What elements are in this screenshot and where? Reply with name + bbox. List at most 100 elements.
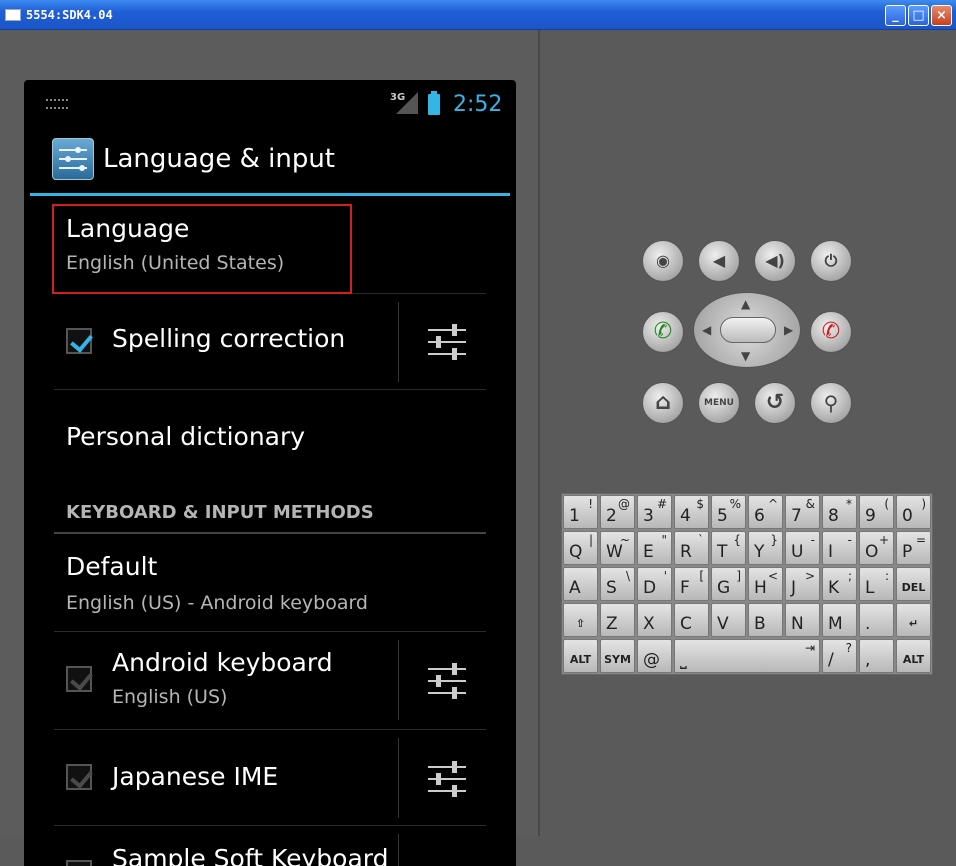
spelling-settings-icon[interactable] — [428, 323, 466, 361]
key-slash[interactable]: /? — [822, 639, 857, 673]
key-at[interactable]: @ — [637, 639, 672, 673]
dpad-down-icon[interactable]: ▼ — [741, 349, 750, 363]
dpad-left-icon[interactable]: ◀ — [702, 323, 711, 337]
key-5[interactable]: 5% — [711, 495, 746, 529]
key-enter[interactable]: ↵ — [896, 603, 931, 637]
key-J[interactable]: J > — [785, 567, 820, 601]
key-G[interactable]: G] — [711, 567, 746, 601]
key-O[interactable]: O + — [859, 531, 894, 565]
end-call-button[interactable]: ✆ — [810, 311, 852, 353]
android-keyboard-checkbox[interactable] — [66, 666, 92, 692]
setting-default-keyboard[interactable]: Default English (US) - Android keyboard — [54, 536, 486, 632]
key-U[interactable]: U- — [785, 531, 820, 565]
key-alt-label: ` — [698, 533, 704, 547]
dpad-up-icon[interactable]: ▲ — [741, 297, 750, 311]
minimize-button[interactable]: _ — [885, 5, 906, 26]
key-4[interactable]: 4 $ — [674, 495, 709, 529]
key-label: / — [828, 650, 834, 670]
japanese-ime-checkbox[interactable] — [66, 764, 92, 790]
key-label: @ — [643, 650, 660, 670]
setting-android-keyboard[interactable]: Android keyboard English (US) — [54, 632, 486, 730]
maximize-button[interactable]: □ — [908, 5, 929, 26]
key-alt-label: ) — [921, 497, 926, 511]
key-alt-label: > — [804, 569, 815, 583]
key-alt-label: + — [878, 533, 889, 547]
power-button[interactable]: ⏻ — [810, 240, 852, 282]
key-label: 7 — [791, 506, 802, 526]
key-label: J — [791, 578, 797, 598]
key-2[interactable]: 2 @ — [600, 495, 635, 529]
key-alt-right[interactable]: ALT — [896, 639, 931, 673]
window-title: 5554:SDK4.04 — [26, 8, 113, 22]
key-V[interactable]: V — [711, 603, 746, 637]
key-.[interactable]: . — [859, 603, 894, 637]
call-button[interactable]: ✆ — [642, 311, 684, 353]
setting-title: Default — [66, 552, 158, 581]
key-N[interactable]: N — [785, 603, 820, 637]
setting-sample-soft-keyboard[interactable]: Sample Soft Keyboard — [54, 826, 486, 866]
setting-title: Japanese IME — [112, 762, 279, 791]
key-A[interactable]: A — [563, 567, 598, 601]
key-label: X — [643, 614, 655, 634]
key-D[interactable]: D ' — [637, 567, 672, 601]
setting-title: Android keyboard — [112, 648, 333, 677]
key-F[interactable]: F[ — [674, 567, 709, 601]
key-alt-label: ^ — [767, 497, 778, 511]
dpad-center-button[interactable] — [720, 317, 776, 343]
key-X[interactable]: X — [637, 603, 672, 637]
key-Q[interactable]: Q | — [563, 531, 598, 565]
highlight-box — [52, 204, 352, 294]
key-T[interactable]: T{ — [711, 531, 746, 565]
key-S[interactable]: S \ — [600, 567, 635, 601]
search-button[interactable]: ⚲ — [810, 382, 852, 424]
close-button[interactable]: × — [931, 5, 952, 26]
key-0[interactable]: 0) — [896, 495, 931, 529]
key-6[interactable]: 6 ^ — [748, 495, 783, 529]
key-comma[interactable]: , — [859, 639, 894, 673]
dpad-right-icon[interactable]: ▶ — [784, 323, 793, 337]
action-bar: Language & input — [30, 126, 510, 196]
key-P[interactable]: P = — [896, 531, 931, 565]
key-E[interactable]: E " — [637, 531, 672, 565]
key-R[interactable]: R ` — [674, 531, 709, 565]
key-Z[interactable]: Z — [600, 603, 635, 637]
key-1[interactable]: 1! — [563, 495, 598, 529]
key-H[interactable]: H < — [748, 567, 783, 601]
key-I[interactable]: I- — [822, 531, 857, 565]
key-Y[interactable]: Y} — [748, 531, 783, 565]
home-button[interactable]: ⌂ — [642, 382, 684, 424]
key-C[interactable]: C — [674, 603, 709, 637]
key-M[interactable]: M — [822, 603, 857, 637]
key-alt-label: ' — [663, 569, 667, 583]
key-space[interactable]: ⎵ ⇥ — [674, 639, 820, 673]
key-alt-left[interactable]: ALT — [563, 639, 598, 673]
key-L[interactable]: L: — [859, 567, 894, 601]
menu-button[interactable]: MENU — [698, 382, 740, 424]
back-button[interactable]: ↺ — [754, 382, 796, 424]
volume-down-button[interactable]: ◀ — [698, 240, 740, 282]
setting-spelling-correction[interactable]: Spelling correction — [54, 294, 486, 390]
divider — [398, 834, 399, 866]
setting-personal-dictionary[interactable]: Personal dictionary — [54, 390, 486, 488]
settings-icon[interactable] — [52, 138, 94, 180]
android-keyboard-settings-icon[interactable] — [428, 662, 466, 700]
key-7[interactable]: 7 & — [785, 495, 820, 529]
key-K[interactable]: K; — [822, 567, 857, 601]
key-sym[interactable]: SYM — [600, 639, 635, 673]
setting-japanese-ime[interactable]: Japanese IME — [54, 730, 486, 826]
key-label: G — [717, 578, 731, 598]
dpad[interactable]: ▲ ▼ ◀ ▶ — [693, 292, 801, 368]
spelling-checkbox[interactable] — [66, 328, 92, 354]
key-W[interactable]: W ~ — [600, 531, 635, 565]
japanese-ime-settings-icon[interactable] — [428, 760, 466, 798]
key-B[interactable]: B — [748, 603, 783, 637]
key-9[interactable]: 9( — [859, 495, 894, 529]
key-shift[interactable]: ⇧ — [563, 603, 598, 637]
camera-button[interactable]: ◉ — [642, 240, 684, 282]
sample-keyboard-checkbox[interactable] — [66, 860, 92, 866]
key-3[interactable]: 3 # — [637, 495, 672, 529]
key-8[interactable]: 8 * — [822, 495, 857, 529]
key-delete[interactable]: DEL — [896, 567, 931, 601]
key-label: I — [828, 542, 834, 562]
volume-up-button[interactable]: ◀) — [754, 240, 796, 282]
